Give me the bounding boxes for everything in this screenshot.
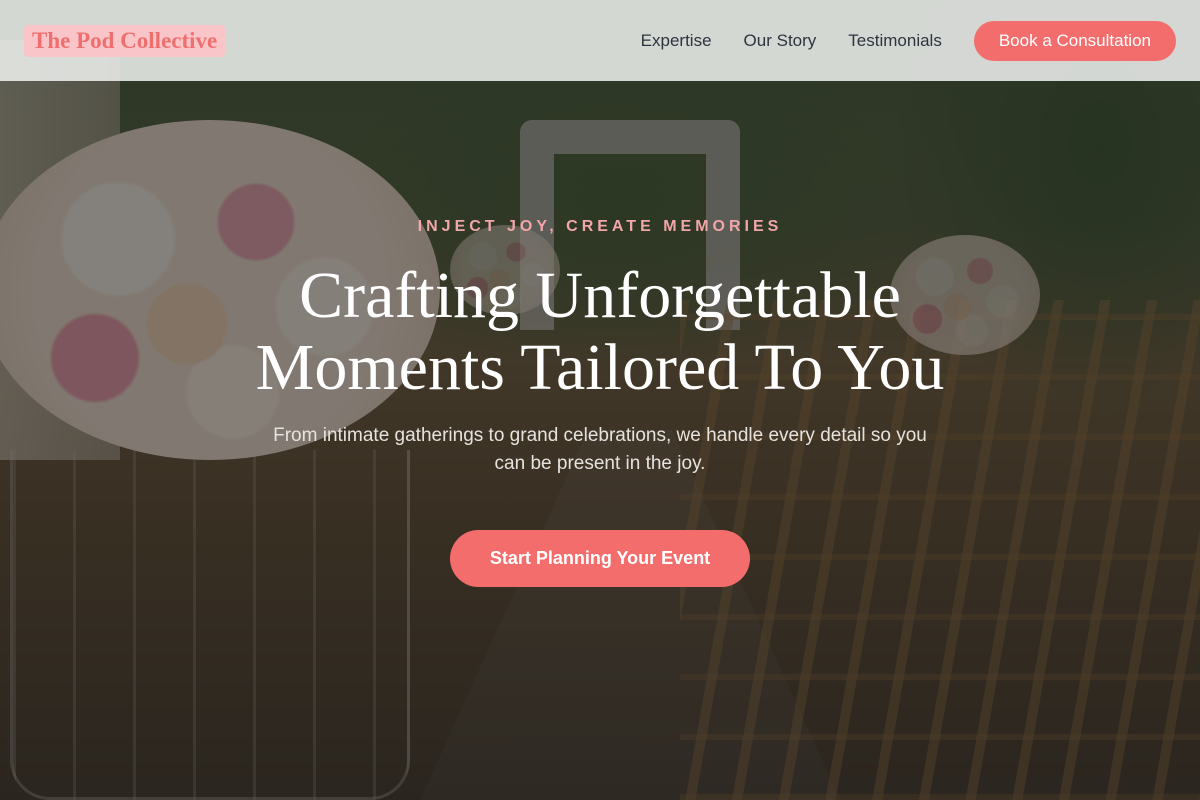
book-consultation-button[interactable]: Book a Consultation — [973, 20, 1176, 61]
nav-link-our-story[interactable]: Our Story — [744, 31, 817, 51]
main-nav: Expertise Our Story Testimonials Book a … — [609, 20, 1176, 61]
hero-section: INJECT JOY, CREATE MEMORIES Crafting Unf… — [0, 218, 1200, 587]
brand-logo[interactable]: The Pod Collective — [24, 24, 226, 57]
site-header: The Pod Collective Expertise Our Story T… — [0, 0, 1200, 81]
hero-eyebrow: INJECT JOY, CREATE MEMORIES — [417, 218, 783, 235]
hero-subtext: From intimate gatherings to grand celebr… — [273, 425, 927, 474]
hero-headline: Crafting Unforgettable Moments Tailored … — [0, 260, 1200, 404]
start-planning-button[interactable]: Start Planning Your Event — [449, 530, 751, 587]
nav-link-testimonials[interactable]: Testimonials — [848, 31, 942, 51]
nav-link-expertise[interactable]: Expertise — [641, 31, 712, 51]
hero-headline-line2: Moments Tailored To You — [255, 331, 945, 404]
hero-headline-line1: Crafting Unforgettable — [299, 259, 901, 332]
